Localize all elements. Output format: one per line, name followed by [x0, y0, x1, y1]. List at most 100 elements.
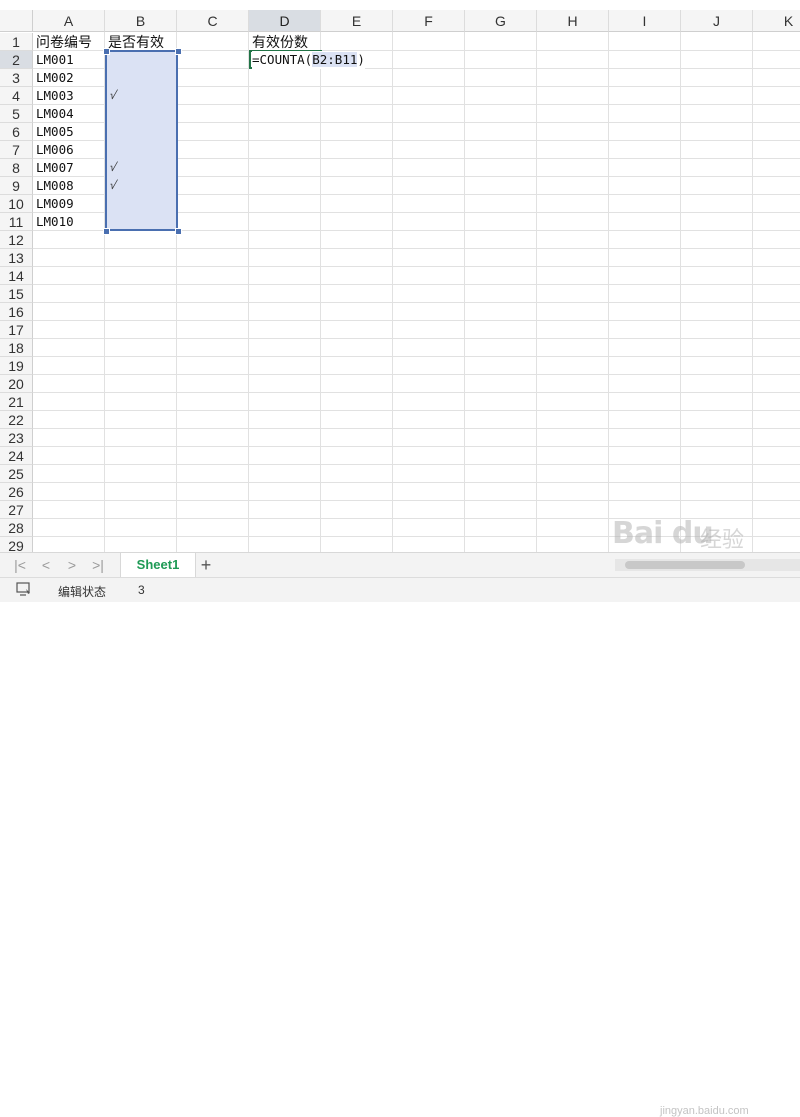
cell-a4[interactable]: LM003 [36, 87, 74, 105]
grid-row-line [33, 266, 800, 267]
row-header-27[interactable]: 27 [0, 501, 33, 519]
prev-sheet-icon[interactable]: < [36, 557, 56, 573]
formula-suffix: ) [357, 52, 365, 67]
row-header-24[interactable]: 24 [0, 447, 33, 465]
row-header-2[interactable]: 2 [0, 51, 33, 69]
row-header-12[interactable]: 12 [0, 231, 33, 249]
baidu-watermark-jy: 经验 [700, 527, 745, 552]
grid-row-line [33, 284, 800, 285]
cell-d1[interactable]: 有效份数 [252, 33, 308, 51]
cell-a11[interactable]: LM010 [36, 213, 74, 231]
sheet-tab-bar: |< < > >| Sheet1 + jingyan.baidu.com [0, 552, 800, 1117]
column-header-c[interactable]: C [177, 10, 249, 32]
grid-column-line [536, 32, 537, 552]
status-count: 3 [138, 583, 145, 597]
row-header-28[interactable]: 28 [0, 519, 33, 537]
grid-row-line [33, 374, 800, 375]
row-header-22[interactable]: 22 [0, 411, 33, 429]
column-header-g[interactable]: G [465, 10, 537, 32]
cell-a9[interactable]: LM008 [36, 177, 74, 195]
grid-row-line [33, 356, 800, 357]
column-header-j[interactable]: J [681, 10, 753, 32]
row-header-26[interactable]: 26 [0, 483, 33, 501]
next-sheet-icon[interactable]: > [62, 557, 82, 573]
grid-row-line [33, 302, 800, 303]
row-header-16[interactable]: 16 [0, 303, 33, 321]
grid-row-line [33, 338, 800, 339]
cell-a5[interactable]: LM004 [36, 105, 74, 123]
selected-range-b2-b11[interactable] [105, 50, 178, 231]
selection-handle[interactable] [103, 228, 110, 235]
add-sheet-button[interactable]: + [196, 555, 216, 575]
row-header-17[interactable]: 17 [0, 321, 33, 339]
grid-column-line [752, 32, 753, 552]
grid-column-line [248, 32, 249, 552]
cell-a10[interactable]: LM009 [36, 195, 74, 213]
grid-row-line [33, 248, 800, 249]
first-sheet-icon[interactable]: |< [10, 557, 30, 573]
edit-status-icon[interactable] [16, 582, 32, 596]
cell-a8[interactable]: LM007 [36, 159, 74, 177]
row-header-6[interactable]: 6 [0, 123, 33, 141]
cell-b1[interactable]: 是否有效 [108, 33, 164, 51]
row-header-9[interactable]: 9 [0, 177, 33, 195]
grid-row-line [33, 482, 800, 483]
row-header-18[interactable]: 18 [0, 339, 33, 357]
status-bar: 编辑状态 3 [0, 577, 800, 602]
row-header-25[interactable]: 25 [0, 465, 33, 483]
grid-column-line [320, 32, 321, 552]
grid-column-line [680, 32, 681, 552]
row-header-29[interactable]: 29 [0, 537, 33, 552]
grid-row-line [33, 500, 800, 501]
last-sheet-icon[interactable]: >| [88, 557, 108, 573]
grid-row-line [33, 410, 800, 411]
formula-range-ref: B2:B11 [312, 52, 358, 67]
select-all-corner[interactable] [0, 10, 33, 32]
row-header-5[interactable]: 5 [0, 105, 33, 123]
column-header-f[interactable]: F [393, 10, 465, 32]
cell-d2-formula[interactable]: =COUNTA(B2:B11) [252, 51, 365, 69]
formula-prefix: =COUNTA( [252, 52, 313, 67]
row-header-21[interactable]: 21 [0, 393, 33, 411]
row-header-14[interactable]: 14 [0, 267, 33, 285]
row-header-4[interactable]: 4 [0, 87, 33, 105]
row-header-15[interactable]: 15 [0, 285, 33, 303]
column-header-a[interactable]: A [33, 10, 105, 32]
baidu-watermark: Bai du [612, 516, 714, 551]
horizontal-scrollbar[interactable] [615, 559, 800, 571]
baidu-watermark-url: jingyan.baidu.com [660, 1105, 749, 1117]
row-header-3[interactable]: 3 [0, 69, 33, 87]
column-header-i[interactable]: I [609, 10, 681, 32]
cell-a3[interactable]: LM002 [36, 69, 74, 87]
column-header-b[interactable]: B [105, 10, 177, 32]
row-header-23[interactable]: 23 [0, 429, 33, 447]
row-header-13[interactable]: 13 [0, 249, 33, 267]
cell-a1[interactable]: 问卷编号 [36, 33, 92, 51]
column-header-e[interactable]: E [321, 10, 393, 32]
sheet-tab-sheet1[interactable]: Sheet1 [120, 553, 196, 577]
grid-row-line [33, 320, 800, 321]
row-header-20[interactable]: 20 [0, 375, 33, 393]
grid-row-line [33, 446, 800, 447]
cell-a7[interactable]: LM006 [36, 141, 74, 159]
scrollbar-thumb[interactable] [625, 561, 745, 569]
row-header-10[interactable]: 10 [0, 195, 33, 213]
row-header-1[interactable]: 1 [0, 33, 33, 51]
row-header-8[interactable]: 8 [0, 159, 33, 177]
status-label: 编辑状态 [58, 585, 107, 599]
row-header-11[interactable]: 11 [0, 213, 33, 231]
cell-a6[interactable]: LM005 [36, 123, 74, 141]
cell-a2[interactable]: LM001 [36, 51, 74, 69]
column-header-k[interactable]: K [753, 10, 800, 32]
column-header-d[interactable]: D [249, 10, 321, 32]
grid-column-line [608, 32, 609, 552]
grid-row-line [33, 392, 800, 393]
row-header-7[interactable]: 7 [0, 141, 33, 159]
selection-handle[interactable] [175, 228, 182, 235]
selection-handle[interactable] [175, 48, 182, 55]
spreadsheet-grid[interactable]: ABCDEFGHIJK 1 2 3 4 5 6 7 8 9 10 11 12 13 14 15 16 17 18 1… [0, 0, 800, 552]
column-header-h[interactable]: H [537, 10, 609, 32]
row-header-19[interactable]: 19 [0, 357, 33, 375]
grid-column-line [464, 32, 465, 552]
grid-row-line [33, 464, 800, 465]
